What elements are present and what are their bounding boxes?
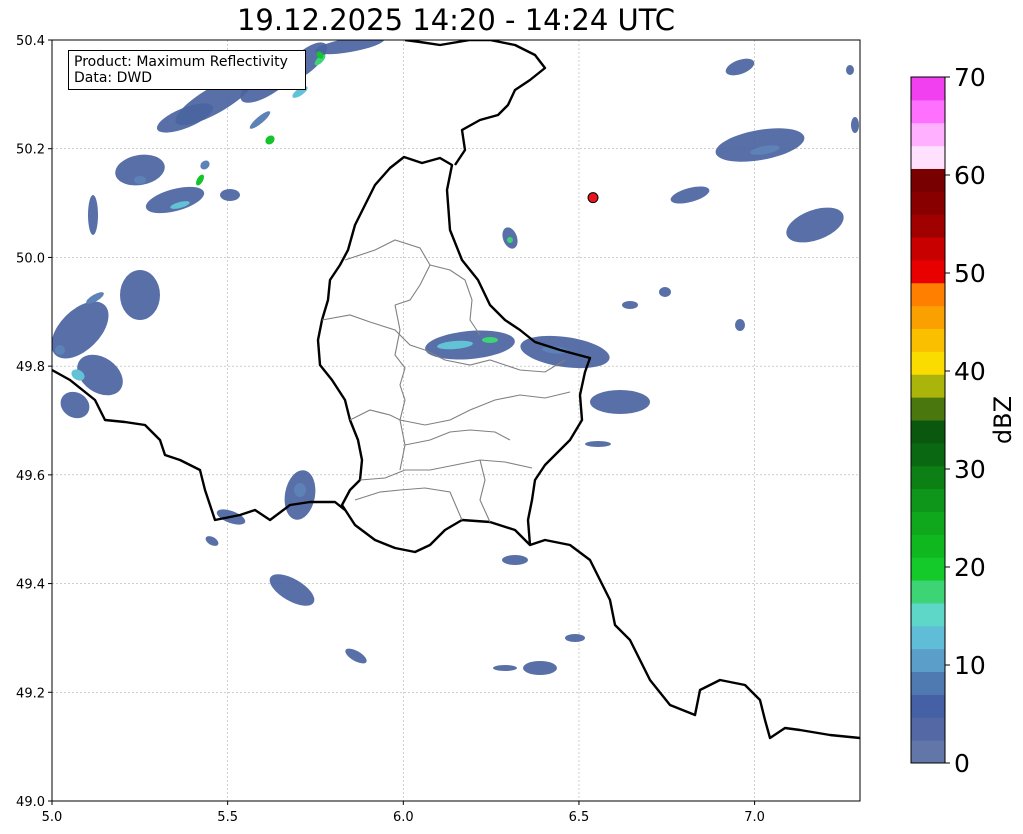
colorbar-bin	[911, 488, 945, 512]
colorbar-bin	[911, 328, 945, 352]
y-tick-label: 49.8	[16, 360, 45, 375]
colorbar-tick-label: 60	[954, 161, 986, 190]
colorbar-bin	[911, 191, 945, 215]
echo-cell	[88, 195, 98, 235]
echo-cell	[851, 117, 859, 133]
y-tick-label: 49.2	[16, 686, 45, 701]
colorbar-bin	[911, 259, 945, 284]
plot-area: 5.0 5.5 6.0 6.5 7.0 49.0 49.2 49.4 49.6 49.8 50.0…	[16, 34, 861, 825]
echo-cell	[565, 634, 585, 642]
colorbar-bin	[911, 625, 945, 650]
y-tick-label: 49.6	[16, 469, 45, 484]
colorbar-bin	[911, 602, 945, 627]
product-label: Product: Maximum Reflectivity	[74, 54, 288, 70]
colorbar: 0 10 20 30 40 50 60 70 dBZ	[910, 63, 1017, 778]
echo-core	[482, 337, 498, 343]
echo-cell	[846, 65, 854, 75]
colorbar-title: dBZ	[989, 396, 1017, 444]
product-info-box: Product: Maximum Reflectivity Data: DWD	[68, 50, 306, 90]
echo-core	[55, 345, 65, 355]
y-tick-label: 49.4	[16, 578, 45, 593]
colorbar-tick-label: 70	[954, 63, 986, 92]
x-tick-label: 7.0	[744, 810, 765, 825]
x-tick-label: 6.5	[569, 810, 590, 825]
colorbar-bin	[911, 442, 945, 467]
colorbar-bin	[911, 99, 945, 124]
colorbar-bin	[911, 740, 945, 764]
colorbar-tick-label: 20	[954, 553, 986, 582]
echo-cell	[585, 441, 611, 447]
y-tick-label: 50.0	[16, 251, 45, 266]
colorbar-bin	[911, 671, 945, 695]
colorbar-bin	[911, 237, 945, 261]
x-tick-label: 5.5	[217, 810, 238, 825]
colorbar-bin	[911, 122, 945, 147]
colorbar-tick-label: 30	[954, 455, 986, 484]
colorbar-bin	[911, 534, 945, 558]
y-tick-label: 49.0	[16, 795, 45, 810]
colorbar-bin	[911, 580, 945, 604]
colorbar-bin	[911, 648, 945, 673]
colorbar-bin	[911, 374, 945, 398]
echo-cell	[502, 555, 528, 565]
colorbar-tick-label: 50	[954, 259, 986, 288]
x-axis: 5.0 5.5 6.0 6.5 7.0	[42, 801, 765, 825]
radar-map-figure: 5.0 5.5 6.0 6.5 7.0 49.0 49.2 49.4 49.6 49.8 50.0…	[16, 34, 1017, 825]
colorbar-bin	[911, 717, 945, 741]
echo-cell	[220, 189, 240, 201]
y-tick-label: 50.4	[16, 34, 45, 49]
colorbar-bin	[911, 351, 945, 375]
echo-cell	[493, 665, 517, 671]
colorbar-bin	[911, 420, 945, 444]
y-axis: 49.0 49.2 49.4 49.6 49.8 50.0 50.2 50.4	[16, 34, 52, 810]
colorbar-bin	[911, 282, 945, 307]
colorbar-tick-label: 40	[954, 357, 986, 386]
colorbar-bin	[911, 214, 945, 238]
colorbar-tick-label: 10	[954, 651, 986, 680]
colorbar-bin	[911, 694, 945, 718]
echo-cell	[120, 270, 160, 320]
y-tick-label: 50.2	[16, 143, 45, 158]
colorbar-tick-label: 0	[954, 749, 970, 778]
x-tick-label: 5.0	[42, 810, 63, 825]
colorbar-bin	[911, 557, 945, 581]
echo-core	[134, 176, 146, 184]
colorbar-bin	[911, 465, 945, 490]
colorbar-bin	[911, 145, 945, 169]
echo-cell	[590, 390, 650, 414]
echo-core	[507, 237, 513, 243]
colorbar-bin	[911, 305, 945, 330]
colorbar-bin	[911, 168, 945, 192]
data-source-label: Data: DWD	[74, 70, 152, 86]
echo-cell	[735, 319, 745, 331]
echo-cell	[659, 287, 671, 297]
colorbar-bin	[911, 511, 945, 535]
location-marker	[587, 192, 599, 204]
colorbar-bin	[911, 77, 945, 101]
echo-cell	[523, 661, 557, 675]
echo-core	[294, 483, 306, 497]
colorbar-bin	[911, 397, 945, 421]
echo-cell	[622, 301, 638, 309]
x-tick-label: 6.0	[393, 810, 414, 825]
